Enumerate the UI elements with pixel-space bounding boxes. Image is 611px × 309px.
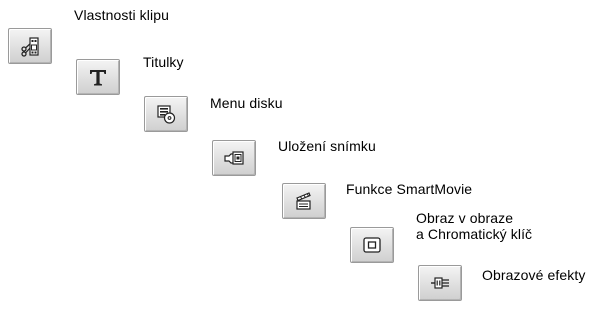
frame-grab-icon bbox=[223, 147, 245, 169]
pip-chroma-label: Obraz v obraze a Chromatický klíč bbox=[416, 210, 532, 242]
frame-grab-label: Uložení snímku bbox=[278, 138, 376, 154]
smartmovie-label: Funkce SmartMovie bbox=[346, 181, 473, 197]
title-t-icon bbox=[87, 66, 109, 88]
smartmovie-button[interactable] bbox=[282, 183, 326, 219]
frame-grab-button[interactable] bbox=[212, 140, 256, 176]
picture-in-picture-icon bbox=[361, 234, 383, 256]
pip-chroma-label-line2: a Chromatický klíč bbox=[416, 226, 533, 242]
clapperboard-icon bbox=[293, 190, 315, 212]
disc-menu-icon bbox=[155, 103, 177, 125]
titles-button[interactable] bbox=[76, 59, 120, 95]
clip-properties-label: Vlastnosti klipu bbox=[74, 7, 169, 23]
disc-menu-button[interactable] bbox=[144, 96, 188, 132]
clip-properties-button[interactable] bbox=[8, 28, 52, 64]
video-effects-label: Obrazové efekty bbox=[482, 267, 586, 283]
titles-label: Titulky bbox=[143, 54, 184, 70]
pip-chroma-button[interactable] bbox=[350, 227, 394, 263]
disc-menu-label: Menu disku bbox=[210, 95, 283, 111]
pip-chroma-label-line1: Obraz v obraze bbox=[416, 210, 514, 226]
video-effects-plug-icon bbox=[429, 272, 451, 294]
video-effects-button[interactable] bbox=[418, 265, 462, 301]
clip-properties-icon bbox=[19, 35, 41, 57]
